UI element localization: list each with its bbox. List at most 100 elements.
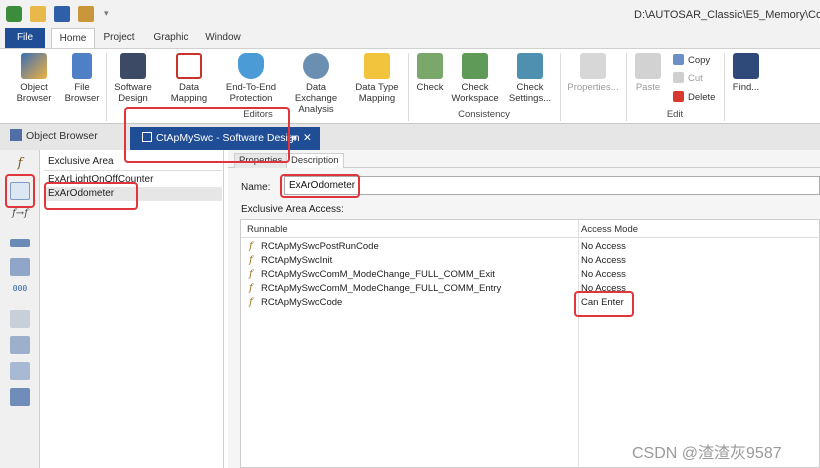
data-type-mapping-button[interactable]: Data Type Mapping [352, 53, 402, 104]
list-item-exarodometer[interactable]: ExArOdometer [44, 187, 222, 201]
copy-label: Copy [688, 55, 711, 66]
properties-panel: Properties Description Name: ExArOdomete… [228, 150, 820, 468]
tab-properties[interactable]: Properties [234, 153, 288, 168]
access-mode-cell[interactable]: Can Enter [581, 296, 624, 310]
paste-icon [635, 53, 661, 79]
tab-file[interactable]: File [5, 28, 45, 48]
properties-tab-bar: Properties Description [228, 152, 820, 168]
access-mode-cell[interactable]: No Access [581, 254, 626, 268]
ribbon-tab-bar: File Home Project Graphic Window [0, 28, 820, 49]
ribbon: Object Browser File Browser Software Des… [0, 48, 820, 124]
access-mode-cell[interactable]: No Access [581, 282, 626, 296]
software-design-icon [120, 53, 146, 79]
tab-software-design-label: CtApMySwc - Software Design [156, 132, 300, 144]
group-edit: Edit [666, 109, 684, 120]
data-mapping-icon [176, 53, 202, 79]
save-all-icon[interactable] [78, 6, 94, 22]
name-field[interactable]: ExArOdometer [284, 176, 820, 195]
data-element-icon[interactable] [10, 310, 30, 328]
exclusive-area-icon[interactable] [10, 182, 30, 200]
cut-button[interactable]: Cut [673, 72, 703, 84]
access-mode-cell[interactable]: No Access [581, 268, 626, 282]
ribbon-separator [626, 53, 627, 121]
save-icon[interactable] [54, 6, 70, 22]
tab-object-browser-label: Object Browser [26, 130, 98, 142]
file-browser-label: File Browser [64, 82, 100, 104]
close-icon[interactable]: ✕ [303, 127, 312, 150]
access-mode-cell[interactable]: No Access [581, 240, 626, 254]
pin-icon[interactable]: ⇥ [288, 127, 297, 150]
ribbon-separator [408, 53, 409, 121]
column-header-runnable[interactable]: Runnable [247, 224, 288, 235]
function-mapping-icon[interactable]: f→f [10, 208, 30, 226]
table-row[interactable]: f RCtApMySwcPostRunCode No Access [241, 240, 820, 254]
paste-label: Paste [635, 82, 661, 93]
signal-icon[interactable] [10, 388, 30, 406]
shield-icon [238, 53, 264, 79]
paste-button[interactable]: Paste [630, 53, 666, 93]
quick-access-dropdown-icon[interactable]: ▾ [104, 9, 110, 18]
check-workspace-button[interactable]: Check Workspace [450, 53, 500, 104]
properties-label: Properties... [567, 82, 619, 93]
column-header-access-mode[interactable]: Access Mode [581, 224, 638, 235]
list-item-exarlightonoffcounter[interactable]: ExArLightOnOffCounter [44, 173, 222, 187]
component-icon[interactable] [10, 258, 30, 276]
runnable-name: RCtApMySwcCode [261, 297, 343, 308]
data-type-mapping-icon [364, 53, 390, 79]
element-type-toolbar: f f→f 000 [0, 150, 40, 468]
tab-home[interactable]: Home [51, 28, 95, 49]
tab-project[interactable]: Project [99, 28, 139, 48]
check-settings-button[interactable]: Check Settings... [504, 53, 556, 104]
table-row[interactable]: f RCtApMySwcInit No Access [241, 254, 820, 268]
open-folder-icon[interactable] [30, 6, 46, 22]
object-browser-icon [21, 53, 47, 79]
runnable-name: RCtApMySwcInit [261, 255, 333, 266]
table-row[interactable]: f RCtApMySwcComM_ModeChange_FULL_COMM_Ex… [241, 268, 820, 282]
port-icon[interactable] [10, 239, 30, 247]
data-mapping-button[interactable]: Data Mapping [160, 53, 218, 104]
exclusive-area-list: Exclusive Area ExArLightOnOffCounter ExA… [42, 150, 224, 468]
object-browser-button[interactable]: Object Browser [8, 53, 60, 104]
properties-button[interactable]: Properties... [564, 53, 622, 93]
table-icon[interactable] [10, 362, 30, 380]
table-row[interactable]: f RCtApMySwcCode Can Enter [241, 296, 820, 310]
delete-label: Delete [688, 92, 716, 103]
tab-object-browser[interactable]: Object Browser [10, 129, 98, 147]
interface-icon[interactable] [10, 336, 30, 354]
table-header: Runnable Access Mode [241, 220, 820, 238]
check-workspace-label: Check Workspace [451, 82, 499, 104]
tab-description[interactable]: Description [286, 153, 344, 168]
table-row[interactable]: f RCtApMySwcComM_ModeChange_FULL_COMM_En… [241, 282, 820, 296]
window-path: D:\AUTOSAR_Classic\E5_Memory\Config\Deve [634, 9, 820, 21]
function-icon[interactable]: f [10, 156, 30, 174]
tab-software-design[interactable]: CtApMySwc - Software Design ⇥ ✕ [130, 127, 320, 150]
software-design-button[interactable]: Software Design [110, 53, 156, 104]
tab-graphic[interactable]: Graphic [149, 28, 193, 48]
scissors-icon [673, 72, 684, 83]
check-workspace-icon [462, 53, 488, 79]
ribbon-separator [106, 53, 107, 121]
find-label: Find... [732, 82, 760, 93]
counter-icon[interactable]: 000 [10, 284, 30, 302]
check-settings-label: Check Settings... [508, 82, 552, 104]
runnable-icon: f [249, 297, 253, 308]
check-button[interactable]: Check [412, 53, 448, 93]
end-to-end-protection-button[interactable]: End-To-End Protection [222, 53, 280, 104]
access-table: Runnable Access Mode f RCtApMySwcPostRun… [240, 219, 820, 468]
object-browser-tab-icon [10, 129, 22, 141]
data-exchange-analysis-button[interactable]: Data Exchange Analysis [284, 53, 348, 115]
magnifier-icon [303, 53, 329, 79]
group-consistency: Consistency [458, 109, 510, 120]
find-button[interactable]: Find... [728, 53, 764, 93]
list-header: Exclusive Area [44, 153, 222, 171]
data-mapping-label: Data Mapping [170, 82, 208, 104]
software-design-label: Software Design [114, 82, 152, 104]
check-label: Check [416, 82, 444, 93]
copy-icon [673, 54, 684, 65]
tab-window[interactable]: Window [201, 28, 245, 48]
file-browser-button[interactable]: File Browser [62, 53, 102, 104]
delete-button[interactable]: Delete [673, 91, 715, 103]
watermark: CSDN @渣渣灰9587 [632, 445, 782, 462]
copy-button[interactable]: Copy [673, 54, 710, 66]
software-design-tab-icon [142, 132, 152, 142]
